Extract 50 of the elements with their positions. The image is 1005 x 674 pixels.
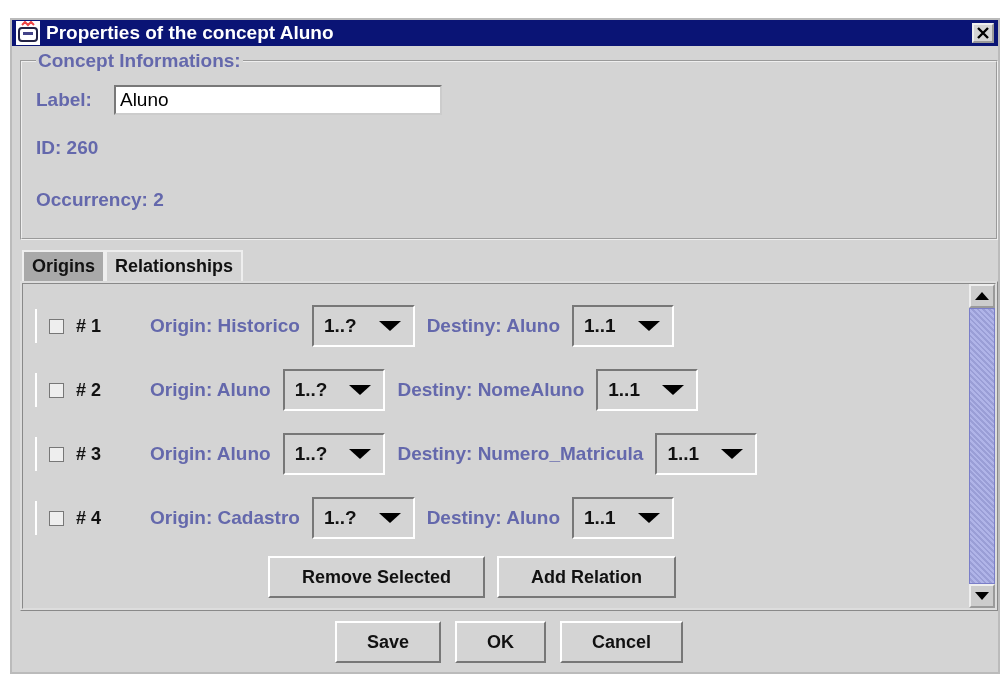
caret-icon bbox=[661, 385, 684, 395]
origin-text: Origin: Cadastro bbox=[150, 507, 300, 529]
origin-text: Origin: Aluno bbox=[150, 379, 271, 401]
panel-button[interactable]: Remove Selected bbox=[267, 556, 486, 598]
occurrency-text: Occurrency: 2 bbox=[36, 188, 165, 212]
checkbox[interactable] bbox=[49, 382, 64, 398]
relation-number: # 4 bbox=[76, 507, 103, 529]
cardinality-dropdown[interactable]: 1..1 bbox=[572, 305, 674, 347]
group-title: Concept Informations: bbox=[37, 50, 242, 72]
panel-button[interactable]: Add Relation bbox=[497, 556, 677, 598]
cardinality-dropdown[interactable]: 1..? bbox=[282, 433, 386, 475]
close-icon bbox=[977, 27, 989, 39]
checkbox[interactable] bbox=[49, 446, 64, 462]
cardinality-dropdown[interactable]: 1..? bbox=[311, 497, 415, 539]
cardinality-dropdown[interactable]: 1..1 bbox=[655, 433, 758, 475]
destiny-text: Destiny: Numero_Matricula bbox=[397, 443, 644, 465]
checkbox[interactable] bbox=[49, 318, 64, 334]
caret-icon bbox=[378, 513, 401, 523]
checkbox[interactable] bbox=[49, 510, 64, 526]
tab[interactable]: Origins bbox=[22, 250, 105, 281]
scroll-up-icon bbox=[975, 292, 989, 300]
relation-number: # 1 bbox=[76, 315, 103, 337]
dialog-button[interactable]: Save bbox=[334, 621, 441, 663]
destiny-text: Destiny: Aluno bbox=[426, 315, 560, 337]
scroll-down-icon bbox=[975, 592, 989, 600]
close-button[interactable] bbox=[972, 23, 994, 43]
caret-icon bbox=[349, 449, 372, 459]
window-title: Properties of the concept Aluno bbox=[46, 22, 335, 44]
id-text: ID: 260 bbox=[36, 136, 100, 160]
dialog-button[interactable]: Cancel bbox=[560, 621, 684, 663]
dialog-button[interactable]: OK bbox=[455, 621, 546, 663]
caret-icon bbox=[349, 385, 372, 395]
tab[interactable]: Relationships bbox=[105, 250, 244, 281]
relation-number: # 2 bbox=[76, 379, 103, 401]
caret-icon bbox=[378, 321, 401, 331]
origin-text: Origin: Aluno bbox=[150, 443, 271, 465]
destiny-text: Destiny: Aluno bbox=[426, 507, 560, 529]
origin-text: Origin: Historico bbox=[150, 315, 300, 337]
label-input[interactable]: Aluno bbox=[113, 85, 442, 115]
caret-icon bbox=[637, 513, 660, 523]
destiny-text: Destiny: NomeAluno bbox=[397, 379, 585, 401]
label-caption: Label: bbox=[36, 89, 92, 111]
caret-icon bbox=[721, 449, 744, 459]
caret-icon bbox=[637, 321, 660, 331]
cardinality-dropdown[interactable]: 1..? bbox=[282, 369, 386, 411]
cardinality-dropdown[interactable]: 1..1 bbox=[596, 369, 698, 411]
relation-number: # 3 bbox=[76, 443, 103, 465]
cardinality-dropdown[interactable]: 1..1 bbox=[572, 497, 674, 539]
cardinality-dropdown[interactable]: 1..? bbox=[311, 305, 415, 347]
app-icon bbox=[16, 21, 40, 45]
